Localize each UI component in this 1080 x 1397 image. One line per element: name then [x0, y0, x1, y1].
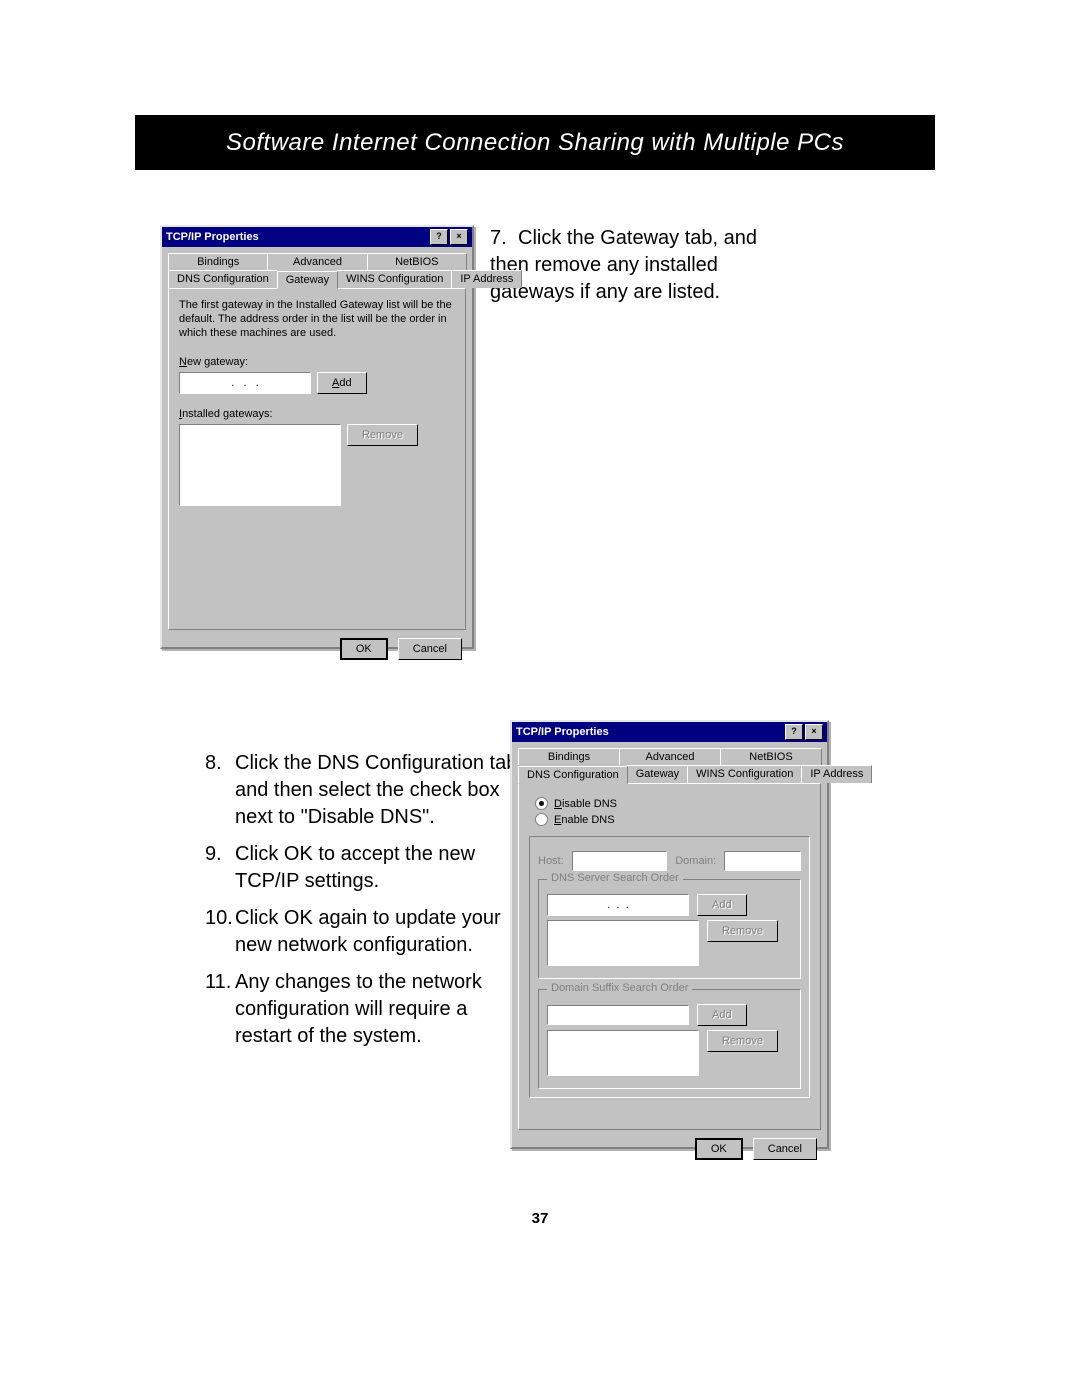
- suffix-input[interactable]: [547, 1005, 689, 1025]
- host-input[interactable]: [572, 851, 668, 871]
- tab-advanced[interactable]: Advanced: [267, 253, 367, 270]
- step-8-number: 8.: [205, 750, 222, 777]
- dns-remove-button[interactable]: Remove: [707, 920, 778, 942]
- tab-bindings[interactable]: Bindings: [518, 748, 620, 765]
- step-9: 9. Click OK to accept the new TCP/IP set…: [205, 841, 525, 895]
- step-7-text: Click the Gateway tab, and then remove a…: [490, 227, 757, 303]
- steps-list: 8. Click the DNS Configuration tab, and …: [165, 750, 525, 1060]
- remove-gateway-button[interactable]: Remove: [347, 424, 418, 446]
- new-gateway-input[interactable]: . . .: [179, 372, 311, 394]
- add-gateway-button[interactable]: AAdddd: [317, 372, 367, 394]
- radio-dot-icon: [535, 797, 548, 810]
- tab-wins-configuration[interactable]: WINS Configuration: [687, 765, 802, 783]
- disable-dns-radio[interactable]: Disable DNSDisable DNS: [535, 797, 810, 810]
- domain-input[interactable]: [724, 851, 801, 871]
- suffix-add-button[interactable]: Add: [697, 1004, 747, 1026]
- new-gateway-label: NNew gateway:ew gateway:: [179, 356, 455, 368]
- dialog-title: TCP/IP Properties: [166, 231, 259, 243]
- dns-order-label: DNS Server Search Order: [547, 872, 683, 884]
- tab-dns-configuration[interactable]: DNS Configuration: [168, 270, 278, 288]
- cancel-button[interactable]: Cancel: [398, 638, 462, 660]
- tab-dns-configuration[interactable]: DNS Configuration: [518, 766, 628, 784]
- tab-netbios[interactable]: NetBIOS: [720, 748, 822, 765]
- step-10-number: 10.: [205, 905, 233, 932]
- step-11-text: Any changes to the network configuration…: [235, 971, 482, 1047]
- installed-gateways-list[interactable]: [179, 424, 341, 506]
- dns-add-button[interactable]: Add: [697, 894, 747, 916]
- cancel-button[interactable]: Cancel: [753, 1138, 817, 1160]
- tab-wins-configuration[interactable]: WINS Configuration: [337, 270, 452, 288]
- titlebar[interactable]: TCP/IP Properties ? ×: [512, 722, 827, 742]
- radio-dot-icon: [535, 813, 548, 826]
- enable-dns-radio[interactable]: Enable DNSEnable DNS: [535, 813, 810, 826]
- step-8-text: Click the DNS Configuration tab, and the…: [235, 752, 523, 828]
- tab-ip-address[interactable]: IP Address: [801, 765, 872, 783]
- suffix-order-label: Domain Suffix Search Order: [547, 982, 692, 994]
- dialog-title: TCP/IP Properties: [516, 726, 609, 738]
- page-number: 37: [0, 1210, 1080, 1227]
- step-10-text: Click OK again to update your new networ…: [235, 907, 501, 956]
- help-icon[interactable]: ?: [785, 724, 803, 740]
- ok-button[interactable]: OK: [340, 638, 388, 660]
- close-icon[interactable]: ×: [450, 229, 468, 245]
- page-header: Software Internet Connection Sharing wit…: [135, 115, 935, 170]
- tab-netbios[interactable]: NetBIOS: [367, 253, 467, 270]
- tab-gateway[interactable]: Gateway: [277, 271, 338, 289]
- help-icon[interactable]: ?: [430, 229, 448, 245]
- domain-label: Domain:: [675, 855, 716, 867]
- step-11: 11. Any changes to the network configura…: [205, 969, 525, 1050]
- step-7: 7. Click the Gateway tab, and then remov…: [490, 225, 800, 306]
- step-11-number: 11.: [205, 969, 231, 996]
- step-7-number: 7.: [490, 225, 518, 252]
- step-9-text: Click OK to accept the new TCP/IP settin…: [235, 843, 475, 892]
- step-9-number: 9.: [205, 841, 222, 868]
- ok-button[interactable]: OK: [695, 1138, 743, 1160]
- tcpip-properties-dialog-dns: TCP/IP Properties ? × Bindings Advanced …: [510, 720, 829, 1149]
- tab-gateway[interactable]: Gateway: [627, 765, 688, 783]
- installed-gateways-label: IInstalled gateways:nstalled gateways:: [179, 408, 455, 420]
- tab-advanced[interactable]: Advanced: [619, 748, 721, 765]
- tab-body-dns: Disable DNSDisable DNS Enable DNSEnable …: [518, 783, 821, 1130]
- dns-ip-input[interactable]: . . .: [547, 894, 689, 916]
- step-8: 8. Click the DNS Configuration tab, and …: [205, 750, 525, 831]
- tab-bindings[interactable]: Bindings: [168, 253, 268, 270]
- tab-strip: Bindings Advanced NetBIOS DNS Configurat…: [168, 253, 466, 288]
- close-icon[interactable]: ×: [805, 724, 823, 740]
- tab-strip: Bindings Advanced NetBIOS DNS Configurat…: [518, 748, 821, 783]
- gateway-info-text: The first gateway in the Installed Gatew…: [179, 299, 455, 340]
- titlebar[interactable]: TCP/IP Properties ? ×: [162, 227, 472, 247]
- host-label: Host:: [538, 855, 564, 867]
- tab-ip-address[interactable]: IP Address: [451, 270, 522, 288]
- dns-order-list[interactable]: [547, 920, 699, 966]
- tcpip-properties-dialog-gateway: TCP/IP Properties ? × Bindings Advanced …: [160, 225, 474, 649]
- suffix-remove-button[interactable]: Remove: [707, 1030, 778, 1052]
- step-10: 10. Click OK again to update your new ne…: [205, 905, 525, 959]
- suffix-order-list[interactable]: [547, 1030, 699, 1076]
- tab-body-gateway: The first gateway in the Installed Gatew…: [168, 288, 466, 630]
